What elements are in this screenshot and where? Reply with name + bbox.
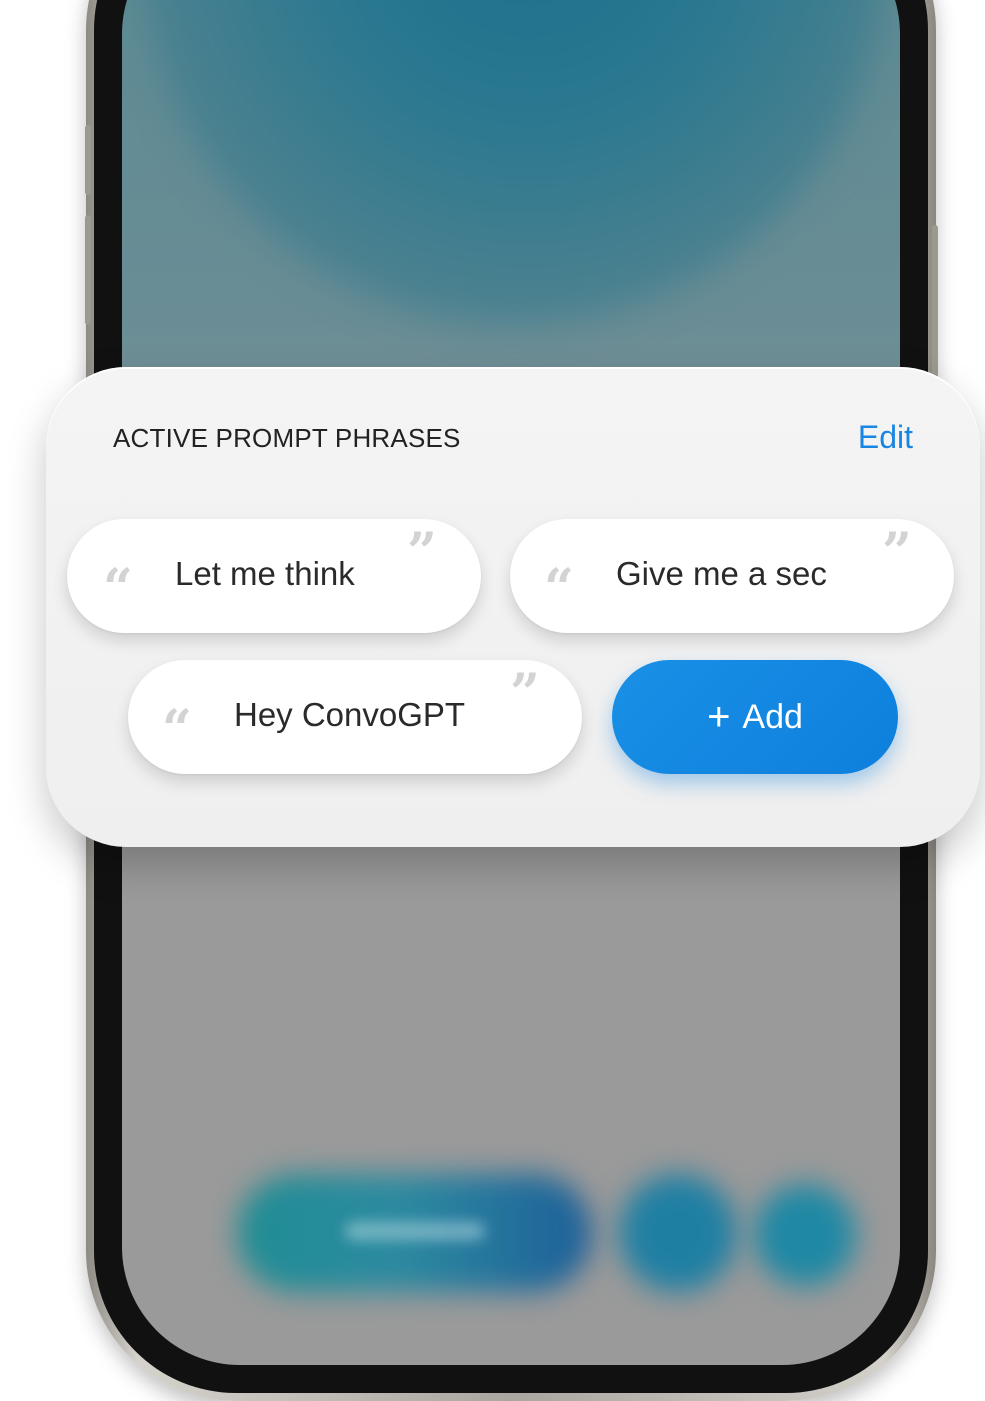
phone-side-button-1 [85,125,91,195]
quote-open-icon: “ [544,558,574,619]
blurred-round-button-1 [619,1174,737,1292]
phone-side-button-2 [85,215,91,325]
add-phrase-button[interactable]: + Add [612,660,898,774]
card-title: ACTIVE PROMPT PHRASES [113,423,461,453]
quote-close-icon: ” [510,663,540,724]
phone-side-button-3 [932,225,938,385]
plus-icon: + [707,695,731,739]
phrase-chip-label: Hey ConvoGPT [234,696,466,733]
phrase-chip-label: Let me think [175,555,355,592]
prompt-phrases-card: ACTIVE PROMPT PHRASES Edit “ Let me thin… [46,367,980,847]
edit-button[interactable]: Edit [858,419,913,456]
quote-close-icon: ” [407,522,437,583]
phrase-chip-give-me-a-sec[interactable]: “ Give me a sec ” [510,519,954,633]
quote-close-icon: ” [882,522,912,583]
quote-open-icon: “ [103,558,133,619]
blurred-primary-button-label [237,1216,592,1246]
phrase-chip-hey-convogpt[interactable]: “ Hey ConvoGPT ” [128,660,582,774]
phrase-chip-let-me-think[interactable]: “ Let me think ” [67,519,481,633]
blurred-round-button-2 [754,1184,856,1286]
phrase-chip-label: Give me a sec [616,555,827,592]
add-button-label: Add [742,697,803,736]
quote-open-icon: “ [162,699,192,760]
blurred-background-orb [144,0,884,326]
